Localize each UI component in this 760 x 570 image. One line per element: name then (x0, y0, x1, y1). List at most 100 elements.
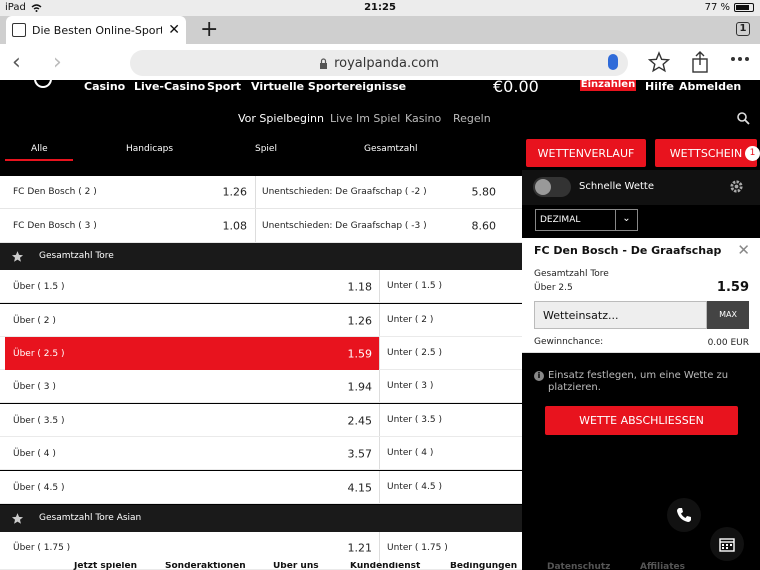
section-title: Gesamtzahl Tore (39, 251, 114, 261)
more-menu-icon[interactable] (730, 56, 750, 62)
info-text: Einsatz festlegen, um eine Wette zu plat… (548, 370, 729, 393)
match-title: FC Den Bosch - De Graafschap (534, 244, 722, 257)
total-row[interactable]: Über ( 1.5 ) 1.18 Unter ( 1.5 ) (0, 270, 522, 303)
under-label[interactable]: Unter ( 1.75 ) (387, 543, 448, 553)
calendar-icon[interactable] (710, 527, 744, 561)
nav-casino[interactable]: Casino (84, 80, 125, 93)
panda-logo-icon[interactable] (34, 80, 52, 88)
tab-count-button[interactable]: 1 (736, 22, 750, 36)
under-label[interactable]: Unter ( 4.5 ) (387, 482, 442, 492)
address-bar[interactable]: royalpanda.com (130, 50, 628, 76)
back-icon[interactable]: ‹ (12, 50, 21, 75)
over-cell[interactable]: Über ( 1.75 ) 1.21 (5, 532, 379, 564)
tab-title: Die Besten Online-Sportwetten (32, 23, 163, 37)
share-icon[interactable] (690, 51, 710, 73)
under-label[interactable]: Unter ( 3.5 ) (387, 415, 442, 425)
over-cell[interactable]: Über ( 3 ) 1.94 (5, 370, 379, 403)
gear-icon[interactable] (729, 179, 744, 194)
total-row[interactable]: Über ( 2 ) 1.26 Unter ( 2 ) (0, 304, 522, 337)
under-label[interactable]: Unter ( 2.5 ) (387, 348, 442, 358)
market-section-header[interactable]: Gesamtzahl Tore Asian (0, 505, 522, 532)
odd-value[interactable]: 1.26 (223, 186, 248, 199)
search-icon[interactable] (737, 112, 750, 125)
filter-totals[interactable]: Gesamtzahl (364, 144, 417, 154)
footer-link[interactable]: Affiliates (640, 562, 685, 570)
total-row[interactable]: Über ( 4 ) 3.57 Unter ( 4 ) (0, 437, 522, 470)
microphone-icon[interactable] (608, 54, 618, 70)
filter-game[interactable]: Spiel (255, 144, 277, 154)
potential-win-label: Gewinnchance: (534, 337, 604, 347)
nav-live-casino[interactable]: Live-Casino (134, 80, 205, 93)
filter-handicaps[interactable]: Handicaps (126, 144, 173, 154)
total-row[interactable]: Über ( 3.5 ) 2.45 Unter ( 3.5 ) (0, 404, 522, 437)
close-tab-icon[interactable]: ✕ (168, 22, 180, 38)
nav-virtual-sports[interactable]: Virtuelle Sportereignisse (251, 80, 406, 93)
stake-input[interactable]: Wetteinsatz... (534, 301, 707, 329)
under-label[interactable]: Unter ( 3 ) (387, 381, 433, 391)
betslip-label: WETTSCHEIN (669, 146, 743, 160)
footer-link[interactable]: Bedingungen (450, 562, 517, 570)
place-bet-button[interactable]: WETTE ABSCHLIESSEN (545, 406, 738, 435)
footer-links: Jetzt spielen Sonderaktionen Über uns Ku… (0, 562, 522, 570)
betslip-button[interactable]: WETTSCHEIN 1 (655, 139, 760, 167)
tab-rules[interactable]: Regeln (453, 112, 491, 125)
tab-live[interactable]: Live Im Spiel (330, 112, 400, 125)
footer-link[interactable]: Sonderaktionen (165, 562, 246, 570)
market-row[interactable]: FC Den Bosch ( 3 ) 1.08 Unentschieden: D… (0, 209, 522, 243)
footer-link[interactable]: Jetzt spielen (74, 562, 137, 570)
over-cell[interactable]: Über ( 1.5 ) 1.18 (5, 270, 379, 303)
odd-value[interactable]: 1.08 (223, 219, 248, 232)
market-section-header[interactable]: Gesamtzahl Tore (0, 243, 522, 270)
logout-link[interactable]: Abmelden (679, 80, 741, 93)
clock: 21:25 (364, 2, 396, 13)
betslip-count-badge: 1 (745, 146, 760, 161)
under-label[interactable]: Unter ( 2 ) (387, 315, 433, 325)
tab-pre-match[interactable]: Vor Spielbeginn (238, 112, 324, 125)
under-label[interactable]: Unter ( 1.5 ) (387, 281, 442, 291)
over-label: Über ( 4 ) (13, 448, 56, 459)
close-icon[interactable]: ✕ (737, 241, 750, 259)
divider (379, 404, 380, 436)
favorite-star-icon[interactable] (11, 250, 24, 263)
help-link[interactable]: Hilfe (645, 80, 674, 93)
over-label: Über ( 3 ) (13, 381, 56, 392)
over-cell[interactable]: Über ( 4 ) 3.57 (5, 437, 379, 470)
odd-value: 1.94 (347, 380, 373, 393)
total-row[interactable]: Über ( 4.5 ) 4.15 Unter ( 4.5 ) (0, 471, 522, 504)
total-row[interactable]: Über ( 3 ) 1.94 Unter ( 3 ) (0, 370, 522, 403)
bet-selection-card: FC Den Bosch - De Graafschap ✕ Gesamtzah… (522, 238, 760, 353)
selection-label: FC Den Bosch ( 2 ) (13, 187, 97, 197)
new-tab-icon[interactable]: + (200, 17, 218, 42)
odd-value[interactable]: 8.60 (472, 219, 497, 232)
over-cell[interactable]: Über ( 2 ) 1.26 (5, 304, 379, 337)
over-label: Über ( 3.5 ) (13, 415, 65, 426)
filter-all[interactable]: Alle (31, 144, 48, 154)
forward-icon[interactable]: › (53, 50, 62, 75)
deposit-button[interactable]: Einzahlen (580, 80, 636, 91)
max-stake-button[interactable]: MAX (707, 301, 749, 329)
bookmark-star-icon[interactable] (648, 51, 670, 73)
browser-tab[interactable]: Die Besten Online-Sportwetten ✕ (6, 16, 186, 44)
phone-icon[interactable] (667, 498, 701, 532)
bet-history-button[interactable]: WETTENVERLAUF (526, 139, 646, 167)
over-cell-selected[interactable]: Über ( 2.5 ) 1.59 (5, 337, 379, 370)
tab-casino[interactable]: Kasino (405, 112, 441, 125)
divider (255, 176, 256, 208)
footer-link[interactable]: Über uns (273, 562, 319, 570)
odds-format-select[interactable]: DEZIMAL ⌄ (535, 209, 638, 231)
odd-value: 1.18 (347, 280, 373, 293)
over-cell[interactable]: Über ( 4.5 ) 4.15 (5, 471, 379, 504)
market-row[interactable]: FC Den Bosch ( 2 ) 1.26 Unentschieden: D… (0, 176, 522, 209)
footer-link[interactable]: Kundendienst (350, 562, 420, 570)
divider (379, 471, 380, 503)
nav-sport[interactable]: Sport (207, 80, 241, 93)
over-cell[interactable]: Über ( 3.5 ) 2.45 (5, 404, 379, 437)
total-row[interactable]: Über ( 2.5 ) 1.59 Unter ( 2.5 ) (0, 337, 522, 370)
favorite-star-icon[interactable] (11, 512, 24, 525)
section-title: Gesamtzahl Tore Asian (39, 513, 142, 523)
footer-link[interactable]: Datenschutz (547, 562, 610, 570)
under-label[interactable]: Unter ( 4 ) (387, 448, 433, 458)
over-label: Über ( 2.5 ) (13, 348, 65, 359)
odd-value[interactable]: 5.80 (472, 186, 497, 199)
quick-bet-toggle[interactable] (533, 177, 571, 197)
